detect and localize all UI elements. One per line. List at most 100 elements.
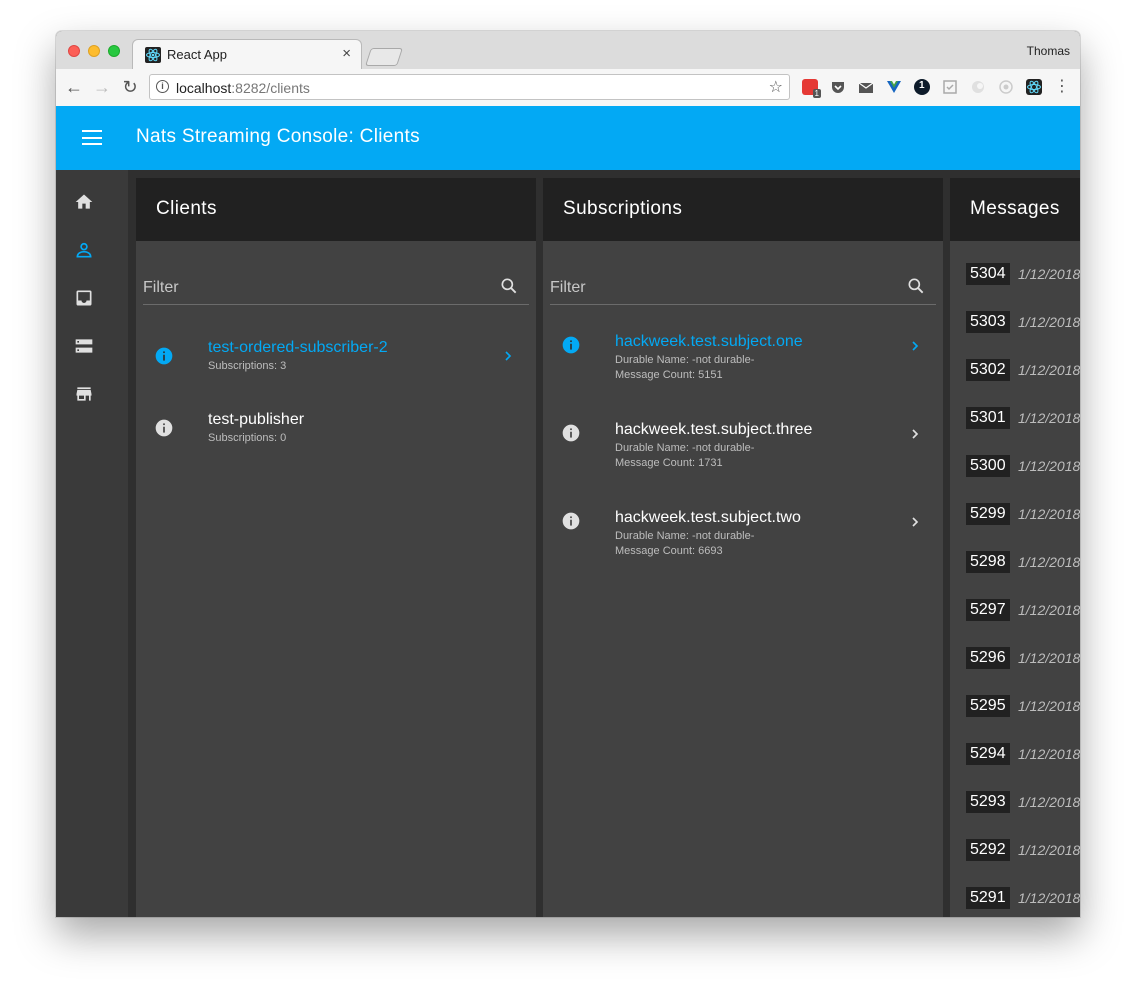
tab-title: React App (167, 47, 227, 62)
mail-extension-icon[interactable] (858, 79, 874, 95)
subscriptions-filter-label: Filter (550, 279, 586, 296)
close-window-button[interactable] (68, 45, 80, 57)
inbox-icon[interactable] (74, 288, 94, 308)
tab-strip: React App × Thomas (56, 31, 1080, 69)
message-date: 1/12/2018 (1018, 554, 1080, 570)
clients-filter-label: Filter (143, 279, 179, 296)
page-title: Nats Streaming Console: Clients (136, 126, 420, 147)
client-subscriptions: Subscriptions: 0 (208, 432, 287, 444)
save-extension-icon[interactable] (942, 79, 958, 95)
message-id: 5292 (966, 839, 1010, 861)
subscriptions-filter-input[interactable]: Filter (550, 274, 936, 305)
react-favicon-icon (145, 47, 161, 63)
messages-panel: Messages 5304 1/12/2018 5303 1/12/2018 530… (950, 178, 1080, 917)
subscription-subject: hackweek.test.subject.two (615, 509, 801, 526)
bookmark-star-icon[interactable]: ☆ (769, 77, 783, 97)
subscription-list-item[interactable]: hackweek.test.subject.two Durable Name: … (543, 506, 943, 578)
subscription-durable: Durable Name: -not durable- (615, 530, 755, 542)
extension-badge: 1 (812, 89, 821, 98)
subscription-durable: Durable Name: -not durable- (615, 442, 755, 454)
subscription-subject: hackweek.test.subject.three (615, 421, 813, 438)
subscription-durable: Durable Name: -not durable- (615, 354, 755, 366)
store-icon[interactable] (74, 384, 94, 404)
search-icon[interactable] (499, 276, 519, 296)
message-date: 1/12/2018 (1018, 890, 1080, 906)
clients-panel-title: Clients (136, 178, 536, 241)
ghost-extension-icon[interactable] (970, 79, 986, 95)
message-id: 5304 (966, 263, 1010, 285)
chevron-right-icon (907, 426, 923, 442)
clients-filter-input[interactable]: Filter (143, 274, 529, 305)
message-id: 5295 (966, 695, 1010, 717)
chevron-right-icon (907, 338, 923, 354)
message-id: 5291 (966, 887, 1010, 909)
message-date: 1/12/2018 (1018, 794, 1080, 810)
clients-panel: Clients Filter test-ordered-subscriber-2… (136, 178, 536, 917)
url-path: :8282/clients (231, 80, 310, 96)
home-icon[interactable] (74, 192, 94, 212)
message-id: 5294 (966, 743, 1010, 765)
chevron-right-icon (500, 348, 516, 364)
new-tab-button[interactable] (365, 48, 403, 66)
url-host: localhost (176, 80, 232, 96)
info-icon (561, 511, 581, 531)
minimize-window-button[interactable] (88, 45, 100, 57)
address-bar[interactable]: i localhost:8282/clients ☆ (149, 74, 790, 100)
back-icon[interactable]: ← (64, 77, 84, 97)
message-date: 1/12/2018 (1018, 602, 1080, 618)
vue-devtools-icon[interactable] (886, 79, 902, 95)
server-icon[interactable] (74, 336, 94, 356)
main-content: Clients Filter test-ordered-subscriber-2… (56, 170, 1080, 917)
message-date: 1/12/2018 (1018, 746, 1080, 762)
browser-tab[interactable]: React App × (132, 39, 362, 69)
messages-panel-title: Messages (950, 178, 1080, 241)
browser-toolbar: ← → ↻ i localhost:8282/clients ☆ 1 1 ⋮ (56, 69, 1080, 107)
message-date: 1/12/2018 (1018, 410, 1080, 426)
calendar-extension-icon[interactable]: 1 (802, 79, 821, 98)
profile-name[interactable]: Thomas (1027, 44, 1070, 58)
message-date: 1/12/2018 (1018, 458, 1080, 474)
maximize-window-button[interactable] (108, 45, 120, 57)
subscription-count: Message Count: 6693 (615, 545, 723, 557)
pocket-extension-icon[interactable] (830, 79, 846, 95)
message-date: 1/12/2018 (1018, 266, 1080, 282)
message-id: 5302 (966, 359, 1010, 381)
client-name: test-publisher (208, 411, 305, 428)
message-date: 1/12/2018 (1018, 698, 1080, 714)
message-date: 1/12/2018 (1018, 362, 1080, 378)
subscription-list-item[interactable]: hackweek.test.subject.three Durable Name… (543, 418, 943, 490)
onepassword-extension-icon[interactable]: 1 (914, 79, 930, 95)
subscription-list-item[interactable]: hackweek.test.subject.one Durable Name: … (543, 330, 943, 402)
reload-icon[interactable]: ↻ (120, 77, 140, 97)
info-icon (561, 335, 581, 355)
person-icon[interactable] (74, 240, 94, 260)
app-bar: Nats Streaming Console: Clients (56, 106, 1080, 170)
message-id: 5298 (966, 551, 1010, 573)
client-list-item[interactable]: test-publisher Subscriptions: 0 (136, 408, 536, 464)
message-id: 5300 (966, 455, 1010, 477)
message-id: 5293 (966, 791, 1010, 813)
url-text: localhost:8282/clients (176, 80, 310, 96)
message-id: 5303 (966, 311, 1010, 333)
message-date: 1/12/2018 (1018, 842, 1080, 858)
search-icon[interactable] (906, 276, 926, 296)
menu-icon[interactable] (82, 130, 102, 146)
message-id: 5299 (966, 503, 1010, 525)
client-subscriptions: Subscriptions: 3 (208, 360, 287, 372)
react-devtools-icon[interactable] (1026, 79, 1042, 95)
chrome-menu-icon[interactable]: ⋮ (1054, 77, 1070, 97)
message-id: 5297 (966, 599, 1010, 621)
side-nav (56, 170, 128, 917)
site-info-icon[interactable]: i (156, 80, 169, 93)
message-id: 5301 (966, 407, 1010, 429)
client-list-item[interactable]: test-ordered-subscriber-2 Subscriptions:… (136, 336, 536, 392)
forward-icon[interactable]: → (92, 77, 112, 97)
browser-window: React App × Thomas ← → ↻ i localhost:828… (56, 31, 1080, 917)
info-icon (154, 346, 174, 366)
lighthouse-extension-icon[interactable] (998, 79, 1014, 95)
info-icon (561, 423, 581, 443)
message-date: 1/12/2018 (1018, 506, 1080, 522)
subscription-count: Message Count: 1731 (615, 457, 723, 469)
subscription-subject: hackweek.test.subject.one (615, 333, 803, 350)
tab-close-icon[interactable]: × (342, 45, 351, 62)
